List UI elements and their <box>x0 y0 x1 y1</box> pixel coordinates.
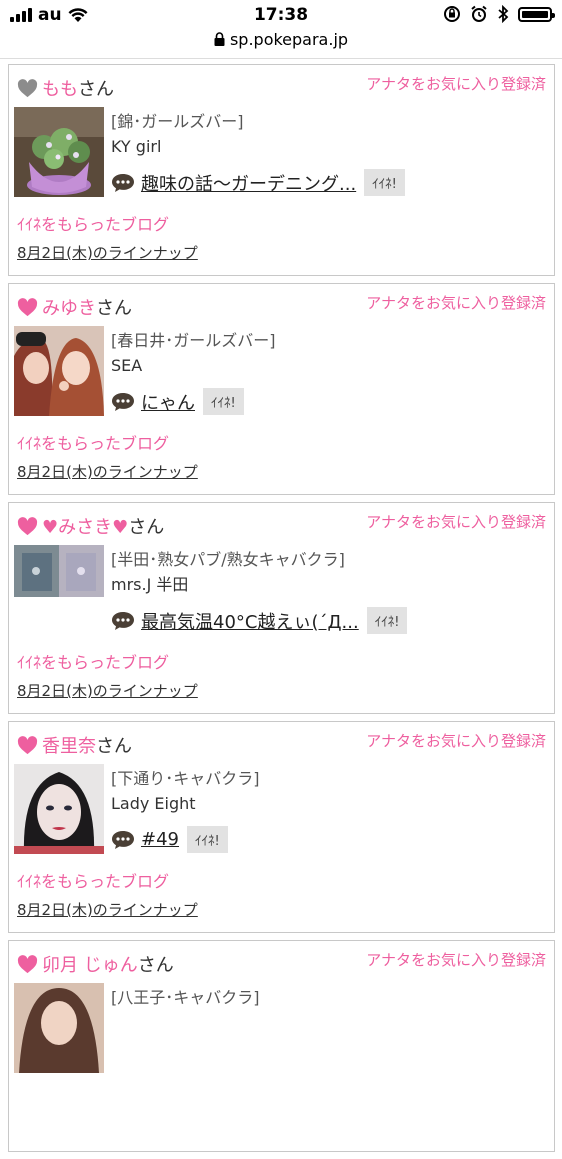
blog-card: もも さん アナタをお気に入り登録済 [錦･ガールズバー] KY girl 趣味… <box>8 64 555 276</box>
heart-icon[interactable] <box>17 954 38 974</box>
got-iine-blog-link[interactable]: ｲｲﾈをもらったブログ <box>17 211 169 235</box>
speech-bubble-icon <box>112 611 134 630</box>
shop-title: KY girl <box>111 137 162 156</box>
honorific: さん <box>78 79 114 100</box>
shop-title: mrs.J 半田 <box>111 575 189 594</box>
blog-card: 香里奈 さん アナタをお気に入り登録済 [下通り･キャバクラ] Lady Eig… <box>8 721 555 933</box>
cast-name[interactable]: 卯月 じゅん <box>42 951 138 977</box>
blog-card: 卯月 じゅん さん アナタをお気に入り登録済 [八王子･キャバクラ] <box>8 940 555 1152</box>
rotation-lock-icon <box>444 6 460 22</box>
alarm-icon <box>471 5 487 22</box>
blog-line: 趣味の話〜ガーデニング... ｲｲﾈ! <box>111 169 405 196</box>
cast-info: [八王子･キャバクラ] <box>111 987 260 1009</box>
blog-title-link[interactable]: 最高気温40°C越えぃ(´Д... <box>141 608 359 634</box>
iine-button[interactable]: ｲｲﾈ! <box>366 607 408 634</box>
heart-icon[interactable] <box>17 78 38 98</box>
shop-title: SEA <box>111 356 143 375</box>
cast-info: [下通り･キャバクラ] Lady Eight <box>111 768 260 815</box>
heart-icon[interactable] <box>17 297 38 317</box>
favorite-status[interactable]: アナタをお気に入り登録済 <box>366 73 546 94</box>
battery-icon <box>518 6 555 22</box>
got-iine-blog-link[interactable]: ｲｲﾈをもらったブログ <box>17 649 169 673</box>
shop-name[interactable]: [錦･ガールズバー] <box>111 111 244 133</box>
got-iine-blog-link[interactable]: ｲｲﾈをもらったブログ <box>17 868 169 892</box>
shop-name[interactable]: [半田･熟女パブ/熟女キャバクラ] <box>111 549 345 571</box>
cast-photo[interactable] <box>14 983 104 1073</box>
blog-line: にゃん ｲｲﾈ! <box>111 388 244 415</box>
blog-line: 最高気温40°C越えぃ(´Д... ｲｲﾈ! <box>111 607 408 634</box>
lock-icon <box>214 32 225 46</box>
iine-button[interactable]: ｲｲﾈ! <box>187 826 228 853</box>
speech-bubble-icon <box>112 830 134 849</box>
cast-photo[interactable] <box>14 326 104 416</box>
honorific: さん <box>96 298 132 319</box>
heart-icon[interactable] <box>17 735 38 755</box>
blog-line: #49 ｲｲﾈ! <box>111 826 228 853</box>
got-iine-blog-link[interactable]: ｲｲﾈをもらったブログ <box>17 430 169 454</box>
card-header: もも さん <box>17 75 114 101</box>
url-text: sp.pokepara.jp <box>229 30 349 49</box>
lineup-link[interactable]: 8月2日(木)のラインナップ <box>17 461 198 482</box>
iine-button[interactable]: ｲｲﾈ! <box>203 388 244 415</box>
cast-photo[interactable] <box>14 764 104 854</box>
divider <box>0 58 562 59</box>
cast-info: [春日井･ガールズバー] SEA <box>111 330 276 377</box>
card-header: 卯月 じゅん さん <box>17 951 174 977</box>
cast-name[interactable]: 香里奈 <box>42 732 96 758</box>
speech-bubble-icon <box>112 173 134 192</box>
lineup-link[interactable]: 8月2日(木)のラインナップ <box>17 680 198 701</box>
heart-icon[interactable] <box>17 516 38 536</box>
honorific: さん <box>96 736 132 757</box>
cast-photo[interactable] <box>14 107 104 197</box>
cast-info: [半田･熟女パブ/熟女キャバクラ] mrs.J 半田 <box>111 549 345 596</box>
favorite-status[interactable]: アナタをお気に入り登録済 <box>366 511 546 532</box>
honorific: さん <box>137 955 174 976</box>
url-bar[interactable]: sp.pokepara.jp <box>0 30 562 54</box>
shop-name[interactable]: [下通り･キャバクラ] <box>111 768 260 790</box>
lineup-link[interactable]: 8月2日(木)のラインナップ <box>17 242 198 263</box>
speech-bubble-icon <box>112 392 134 411</box>
cast-name[interactable]: みゆき <box>42 294 96 320</box>
iine-button[interactable]: ｲｲﾈ! <box>364 169 405 196</box>
bluetooth-icon <box>498 5 509 23</box>
card-header: みゆき さん <box>17 294 132 320</box>
cast-photo[interactable] <box>14 545 104 597</box>
status-bar: au 17:38 <box>0 0 562 30</box>
favorite-status[interactable]: アナタをお気に入り登録済 <box>366 730 546 751</box>
shop-name[interactable]: [春日井･ガールズバー] <box>111 330 276 352</box>
blog-card: みゆき さん アナタをお気に入り登録済 [春日井･ガールズバー] SEA にゃん… <box>8 283 555 495</box>
status-right <box>443 5 555 23</box>
shop-title: Lady Eight <box>111 794 196 813</box>
favorite-status[interactable]: アナタをお気に入り登録済 <box>366 292 546 313</box>
blog-title-link[interactable]: 趣味の話〜ガーデニング... <box>141 170 356 196</box>
lineup-link[interactable]: 8月2日(木)のラインナップ <box>17 899 198 920</box>
cast-name[interactable]: ♥みさき♥ <box>42 513 128 539</box>
blog-card: ♥みさき♥ さん アナタをお気に入り登録済 [半田･熟女パブ/熟女キャバクラ] … <box>8 502 555 714</box>
card-header: 香里奈 さん <box>17 732 132 758</box>
cast-info: [錦･ガールズバー] KY girl <box>111 111 244 158</box>
shop-name[interactable]: [八王子･キャバクラ] <box>111 987 260 1009</box>
card-header: ♥みさき♥ さん <box>17 513 164 539</box>
blog-feed: もも さん アナタをお気に入り登録済 [錦･ガールズバー] KY girl 趣味… <box>8 64 555 1159</box>
honorific: さん <box>128 517 165 538</box>
blog-title-link[interactable]: #49 <box>141 829 179 850</box>
favorite-status[interactable]: アナタをお気に入り登録済 <box>366 949 546 970</box>
cast-name[interactable]: もも <box>42 75 78 101</box>
blog-title-link[interactable]: にゃん <box>141 389 195 415</box>
